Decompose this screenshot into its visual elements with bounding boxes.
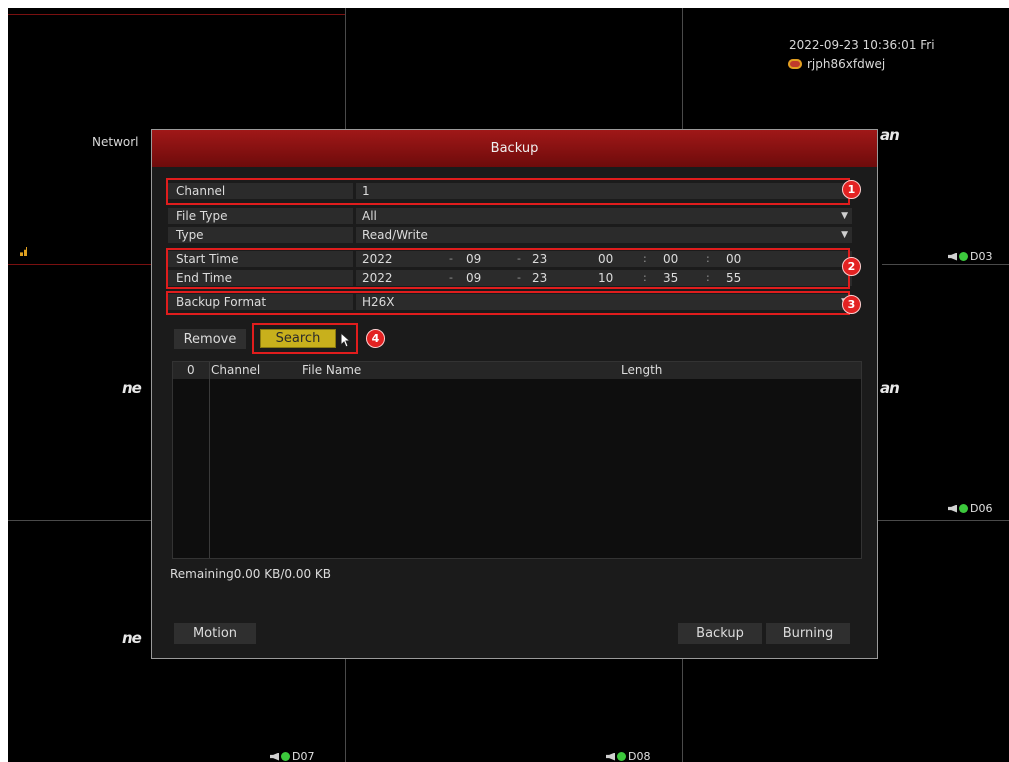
camera-logo: an <box>880 126 900 144</box>
remaining-space-text: Remaining0.00 KB/0.00 KB <box>170 567 332 581</box>
step-badge-4: 4 <box>366 329 385 348</box>
step-badge-1: 1 <box>842 180 861 199</box>
remove-button[interactable]: Remove <box>174 329 246 349</box>
dropdown-arrow-icon[interactable]: ▼ <box>841 208 848 224</box>
grid-divider-selected <box>8 14 345 15</box>
highlight-box-3 <box>166 291 850 315</box>
status-dot-icon <box>617 752 626 761</box>
column-header-file-name: File Name <box>302 363 362 377</box>
camera-logo: an <box>880 379 900 397</box>
column-header-index: 0 <box>187 363 195 377</box>
column-divider <box>209 362 210 558</box>
channel-status-d07: D07 <box>270 750 314 762</box>
file-type-value: All <box>362 209 377 223</box>
datetime-overlay: 2022-09-23 10:36:01 Fri <box>789 38 935 52</box>
device-id-overlay: rjph86xfdwej <box>788 57 885 71</box>
column-header-length: Length <box>621 363 663 377</box>
column-header-channel: Channel <box>211 363 261 377</box>
step-badge-2: 2 <box>842 257 861 276</box>
channel-label: D03 <box>970 250 993 263</box>
speaker-icon <box>948 252 957 261</box>
type-row[interactable]: Type Read/Write ▼ <box>168 227 852 243</box>
status-dot-icon <box>281 752 290 761</box>
file-list-table[interactable]: 0 Channel File Name Length <box>172 361 862 559</box>
dropdown-arrow-icon[interactable]: ▼ <box>841 227 848 243</box>
speaker-icon <box>948 504 957 513</box>
channel-label: D06 <box>970 502 993 515</box>
motion-button[interactable]: Motion <box>174 623 256 644</box>
highlight-box-1 <box>166 178 850 205</box>
channel-label: D08 <box>628 750 651 762</box>
cursor-pointer-icon <box>340 332 351 348</box>
cloud-user-icon <box>788 59 802 69</box>
dialog-title: Backup <box>152 130 877 167</box>
status-dot-icon <box>959 252 968 261</box>
backup-dialog: Backup Channel 1 File Type All ▼ Type Re… <box>151 129 878 659</box>
device-id-text: rjph86xfdwej <box>807 57 886 71</box>
search-button[interactable]: Search <box>260 329 336 348</box>
file-type-select[interactable]: All ▼ <box>356 208 852 224</box>
type-label: Type <box>168 227 353 243</box>
status-dot-icon <box>959 504 968 513</box>
signal-bars-icon <box>20 247 30 256</box>
channel-status-d03: D03 <box>948 250 992 263</box>
channel-label: D07 <box>292 750 315 762</box>
type-select[interactable]: Read/Write ▼ <box>356 227 852 243</box>
camera-network-label: Networl <box>92 135 139 149</box>
file-type-row[interactable]: File Type All ▼ <box>168 208 852 224</box>
speaker-icon <box>270 752 279 761</box>
backup-button[interactable]: Backup <box>678 623 762 644</box>
grid-divider <box>882 264 1009 265</box>
burning-button[interactable]: Burning <box>766 623 850 644</box>
step-badge-3: 3 <box>842 295 861 314</box>
type-value: Read/Write <box>362 228 428 242</box>
camera-logo: ne <box>122 379 142 397</box>
highlight-box-2 <box>166 248 850 289</box>
camera-logo: ne <box>122 629 142 647</box>
grid-divider-selected <box>8 264 151 265</box>
speaker-icon <box>606 752 615 761</box>
table-header: 0 Channel File Name Length <box>173 362 861 379</box>
file-type-label: File Type <box>168 208 353 224</box>
channel-status-d08: D08 <box>606 750 650 762</box>
channel-status-d06: D06 <box>948 502 992 515</box>
